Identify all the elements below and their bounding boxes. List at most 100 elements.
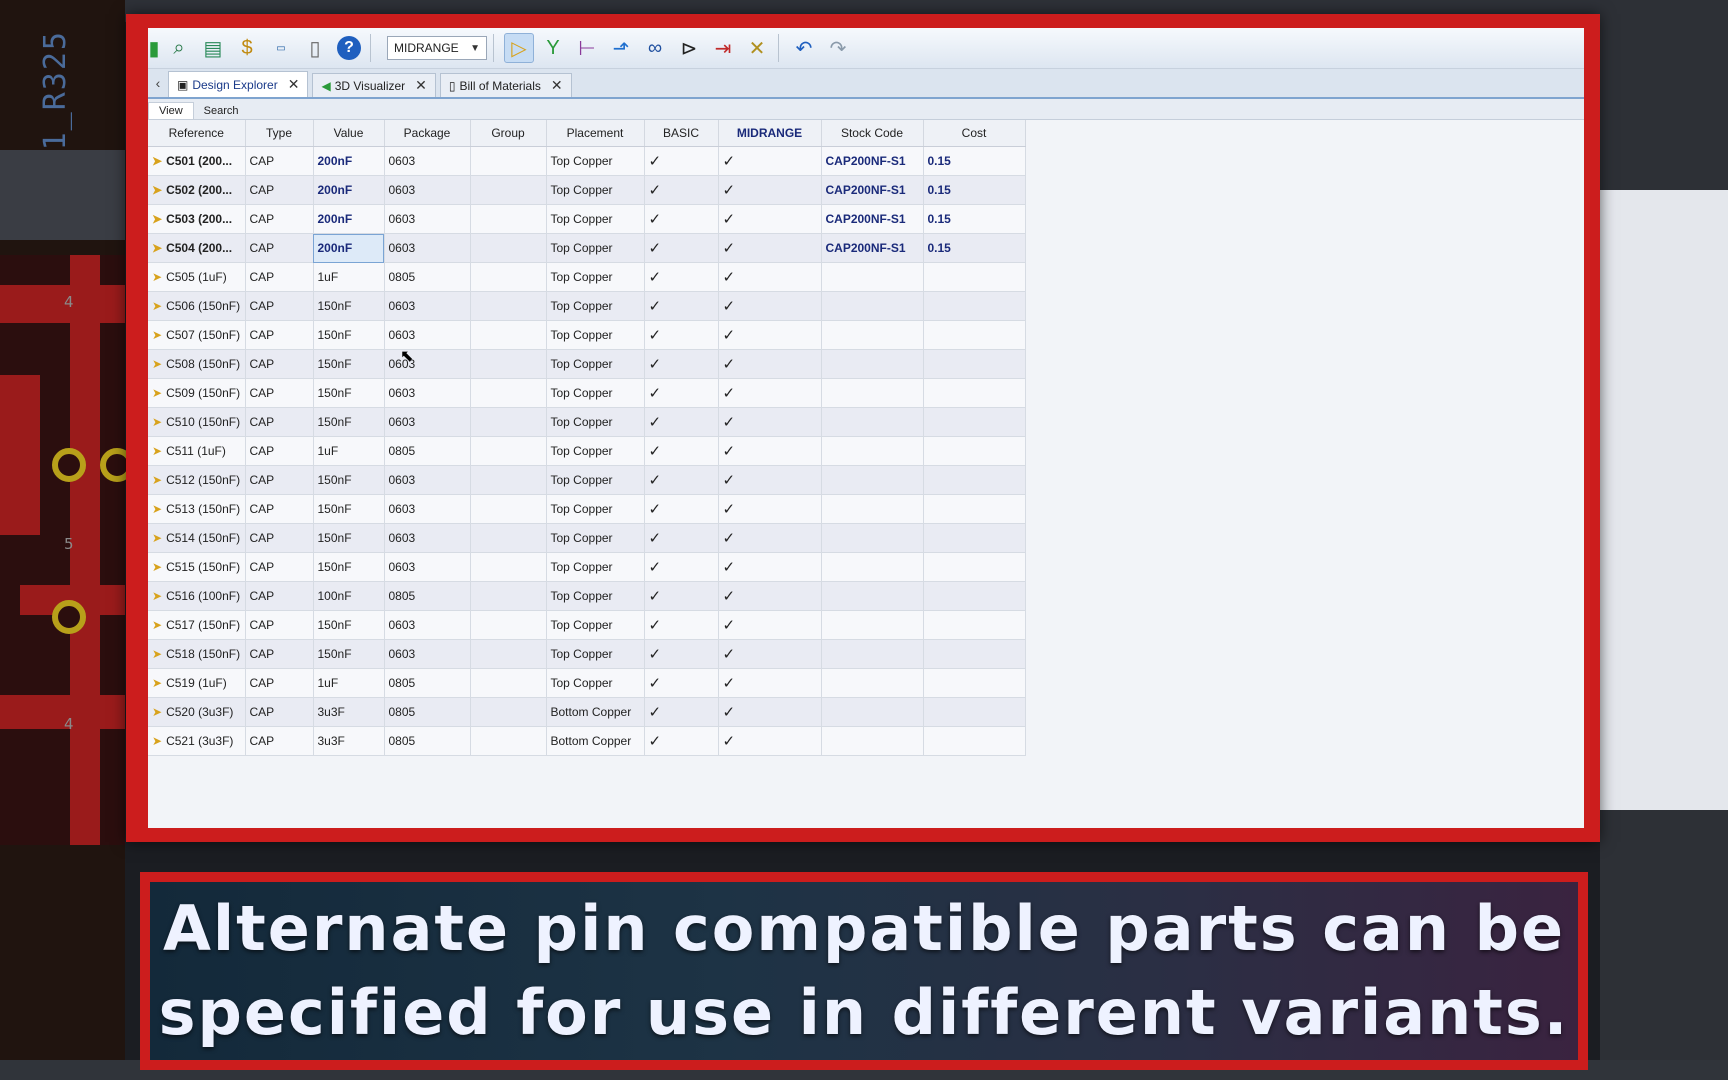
- table-row[interactable]: ➤ C501 (200... CAP 200nF 0603 Top Copper ✓ ✓ CAP…: [148, 146, 1026, 176]
- cell-cost[interactable]: [923, 552, 1026, 582]
- cell-midrange[interactable]: ✓: [718, 465, 822, 495]
- cell-type[interactable]: CAP: [245, 262, 314, 292]
- cell-cost[interactable]: [923, 291, 1026, 321]
- cell-basic[interactable]: ✓: [644, 523, 719, 553]
- binoculars-icon[interactable]: ∞: [640, 33, 670, 63]
- cell-group[interactable]: [470, 552, 547, 582]
- table-row[interactable]: ➤ C509 (150nF) CAP 150nF 0603 Top Copper ✓ ✓: [148, 378, 1026, 408]
- table-row[interactable]: ➤ C520 (3u3F) CAP 3u3F 0805 Bottom Copper ✓ ✓: [148, 697, 1026, 727]
- table-row[interactable]: ➤ C513 (150nF) CAP 150nF 0603 Top Copper ✓ ✓: [148, 494, 1026, 524]
- cell-stock-code[interactable]: [821, 610, 924, 640]
- cell-package[interactable]: 0603: [384, 494, 471, 524]
- cell-placement[interactable]: Top Copper: [546, 523, 645, 553]
- cell-stock-code[interactable]: [821, 407, 924, 437]
- cell-group[interactable]: [470, 494, 547, 524]
- cell-placement[interactable]: Bottom Copper: [546, 726, 645, 756]
- cell-placement[interactable]: Top Copper: [546, 349, 645, 379]
- table-row[interactable]: ➤ C518 (150nF) CAP 150nF 0603 Top Copper ✓ ✓: [148, 639, 1026, 669]
- cell-group[interactable]: [470, 262, 547, 292]
- cell-cost[interactable]: [923, 697, 1026, 727]
- cell-value[interactable]: 3u3F: [313, 697, 385, 727]
- expand-arrow-icon[interactable]: ➤: [152, 154, 162, 168]
- cell-placement[interactable]: Top Copper: [546, 668, 645, 698]
- help-icon[interactable]: ?: [334, 33, 364, 63]
- cell-package[interactable]: 0805: [384, 668, 471, 698]
- close-icon[interactable]: ✕: [415, 77, 427, 94]
- cell-reference[interactable]: ➤ C514 (150nF): [148, 523, 246, 553]
- cell-reference[interactable]: ➤ C516 (100nF): [148, 581, 246, 611]
- cell-package[interactable]: 0603: [384, 146, 471, 176]
- probe-icon[interactable]: ▷: [504, 33, 534, 63]
- cell-value[interactable]: 200nF: [313, 146, 385, 176]
- table-row[interactable]: ➤ C504 (200... CAP 200nF 0603 Top Copper ✓ ✓ CAP…: [148, 233, 1026, 263]
- cell-type[interactable]: CAP: [245, 378, 314, 408]
- search-probe-icon[interactable]: ⌕: [164, 33, 194, 63]
- cell-value[interactable]: 200nF: [313, 204, 385, 234]
- cell-reference[interactable]: ➤ C506 (150nF): [148, 291, 246, 321]
- cell-placement[interactable]: Bottom Copper: [546, 697, 645, 727]
- cell-cost[interactable]: [923, 581, 1026, 611]
- cell-package[interactable]: 0603: [384, 233, 471, 263]
- cell-value[interactable]: 200nF: [313, 175, 385, 205]
- cell-stock-code[interactable]: [821, 726, 924, 756]
- cell-cost[interactable]: 0.15: [923, 233, 1026, 263]
- expand-arrow-icon[interactable]: ➤: [152, 415, 162, 429]
- cell-reference[interactable]: ➤ C515 (150nF): [148, 552, 246, 582]
- subtab-search[interactable]: Search: [194, 103, 249, 119]
- export-icon[interactable]: ⬏: [606, 33, 636, 63]
- cell-placement[interactable]: Top Copper: [546, 291, 645, 321]
- cell-midrange[interactable]: ✓: [718, 204, 822, 234]
- expand-arrow-icon[interactable]: ➤: [152, 357, 162, 371]
- cell-cost[interactable]: 0.15: [923, 204, 1026, 234]
- cell-midrange[interactable]: ✓: [718, 726, 822, 756]
- tab-bill-of-materials[interactable]: ▯ Bill of Materials ✕: [439, 73, 572, 97]
- cell-placement[interactable]: Top Copper: [546, 639, 645, 669]
- cell-reference[interactable]: ➤ C521 (3u3F): [148, 726, 246, 756]
- cell-type[interactable]: CAP: [245, 523, 314, 553]
- cell-package[interactable]: 0805: [384, 726, 471, 756]
- expand-arrow-icon[interactable]: ➤: [152, 328, 162, 342]
- cell-basic[interactable]: ✓: [644, 349, 719, 379]
- cell-midrange[interactable]: ✓: [718, 697, 822, 727]
- expand-arrow-icon[interactable]: ➤: [152, 531, 162, 545]
- expand-arrow-icon[interactable]: ➤: [152, 647, 162, 661]
- cell-midrange[interactable]: ✓: [718, 639, 822, 669]
- cell-placement[interactable]: Top Copper: [546, 146, 645, 176]
- cell-group[interactable]: [470, 291, 547, 321]
- table-row[interactable]: ➤ C511 (1uF) CAP 1uF 0805 Top Copper ✓ ✓: [148, 436, 1026, 466]
- cell-type[interactable]: CAP: [245, 349, 314, 379]
- expand-arrow-icon[interactable]: ➤: [152, 473, 162, 487]
- cell-stock-code[interactable]: CAP200NF-S1: [821, 175, 924, 205]
- database-icon[interactable]: ▤: [198, 33, 228, 63]
- diode-icon[interactable]: ⊳: [674, 33, 704, 63]
- cell-package[interactable]: 0805: [384, 436, 471, 466]
- cell-cost[interactable]: [923, 726, 1026, 756]
- cell-placement[interactable]: Top Copper: [546, 204, 645, 234]
- cell-reference[interactable]: ➤ C502 (200...: [148, 175, 246, 205]
- cell-package[interactable]: 0603: [384, 320, 471, 350]
- cell-basic[interactable]: ✓: [644, 204, 719, 234]
- column-header-value[interactable]: Value: [313, 120, 385, 147]
- cell-package[interactable]: 0603: [384, 175, 471, 205]
- chip-icon[interactable]: ▮: [148, 33, 160, 63]
- cell-value[interactable]: 150nF: [313, 465, 385, 495]
- cell-cost[interactable]: [923, 639, 1026, 669]
- cell-group[interactable]: [470, 465, 547, 495]
- column-header-group[interactable]: Group: [470, 120, 547, 147]
- cell-cost[interactable]: [923, 262, 1026, 292]
- column-header-reference[interactable]: Reference: [148, 120, 246, 147]
- cell-midrange[interactable]: ✓: [718, 407, 822, 437]
- cell-stock-code[interactable]: [821, 465, 924, 495]
- table-row[interactable]: ➤ C510 (150nF) CAP 150nF 0603 Top Copper ✓ ✓: [148, 407, 1026, 437]
- cell-type[interactable]: CAP: [245, 407, 314, 437]
- swap-icon[interactable]: ✕: [742, 33, 772, 63]
- cell-value[interactable]: 1uF: [313, 262, 385, 292]
- table-row[interactable]: ➤ C507 (150nF) CAP 150nF 0603 Top Copper ✓ ✓: [148, 320, 1026, 350]
- cell-stock-code[interactable]: [821, 581, 924, 611]
- cell-placement[interactable]: Top Copper: [546, 262, 645, 292]
- expand-arrow-icon[interactable]: ➤: [152, 734, 162, 748]
- cell-group[interactable]: [470, 233, 547, 263]
- cell-package[interactable]: 0603: [384, 610, 471, 640]
- cell-basic[interactable]: ✓: [644, 175, 719, 205]
- cell-placement[interactable]: Top Copper: [546, 175, 645, 205]
